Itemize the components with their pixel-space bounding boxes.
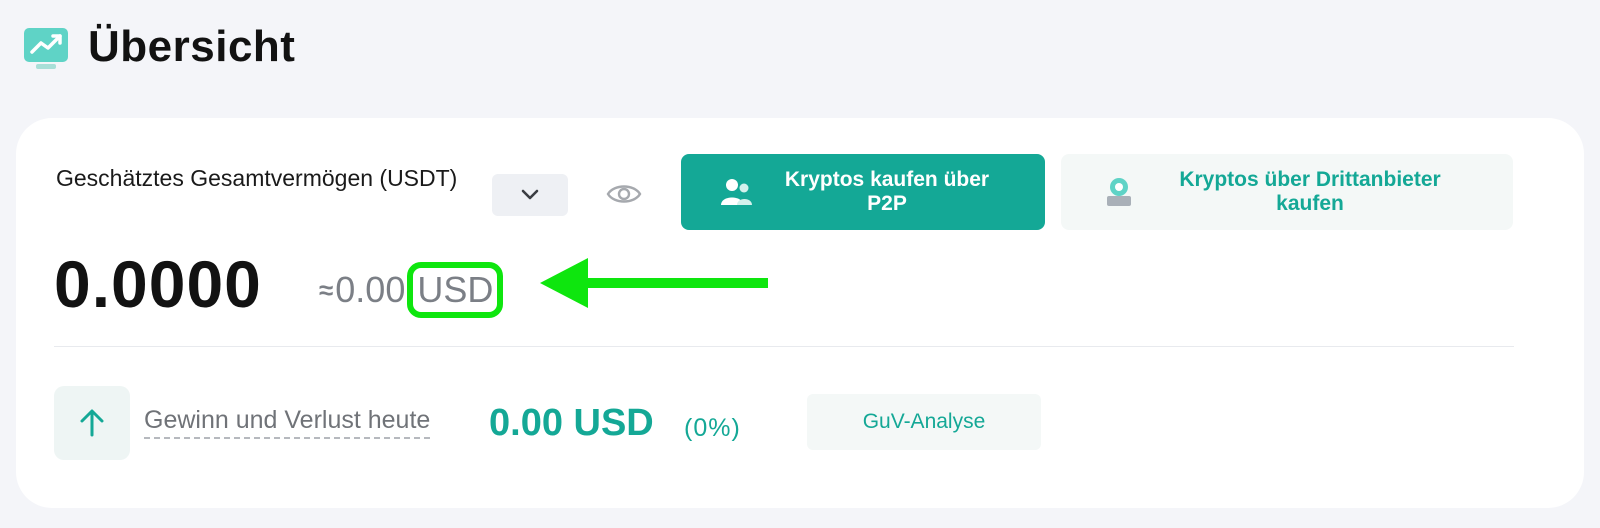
third-party-icon	[1107, 178, 1131, 206]
approx-amount: 0.00	[335, 269, 406, 310]
eye-icon[interactable]	[606, 178, 642, 210]
buy-crypto-third-party-button[interactable]: Kryptos über Drittanbieter kaufen	[1061, 154, 1513, 230]
overview-card: Geschätztes Gesamtvermögen (USDT) Krypto…	[16, 118, 1584, 508]
divider	[54, 346, 1514, 347]
pnl-today-percent: (0%)	[684, 414, 741, 442]
chart-monitor-icon	[24, 28, 68, 69]
total-assets-label: Geschätztes Gesamtvermögen (USDT)	[56, 165, 458, 191]
chevron-down-icon	[521, 189, 539, 200]
approx-currency-highlight: USD	[407, 262, 504, 318]
approx-value: ≈ 0.00 USD	[319, 262, 504, 318]
annotation-arrow-icon	[540, 258, 768, 308]
page-header: Übersicht	[22, 20, 295, 74]
approx-symbol: ≈	[319, 274, 334, 305]
page-title: Übersicht	[88, 22, 296, 71]
buy-crypto-p2p-label: Kryptos kaufen über P2P	[784, 168, 990, 215]
pnl-today-label[interactable]: Gewinn und Verlust heute	[144, 406, 431, 439]
pnl-analysis-button[interactable]: GuV-Analyse	[807, 394, 1041, 450]
total-balance-value: 0.0000	[54, 247, 262, 321]
pnl-trend-button[interactable]	[54, 386, 130, 460]
pnl-today-value: 0.00 USD	[489, 402, 654, 444]
users-icon	[721, 179, 752, 205]
buy-crypto-p2p-button[interactable]: Kryptos kaufen über P2P	[681, 154, 1045, 230]
currency-dropdown-button[interactable]	[492, 174, 568, 216]
arrow-up-icon	[80, 409, 104, 437]
buy-crypto-third-party-label: Kryptos über Drittanbieter kaufen	[1179, 168, 1441, 215]
